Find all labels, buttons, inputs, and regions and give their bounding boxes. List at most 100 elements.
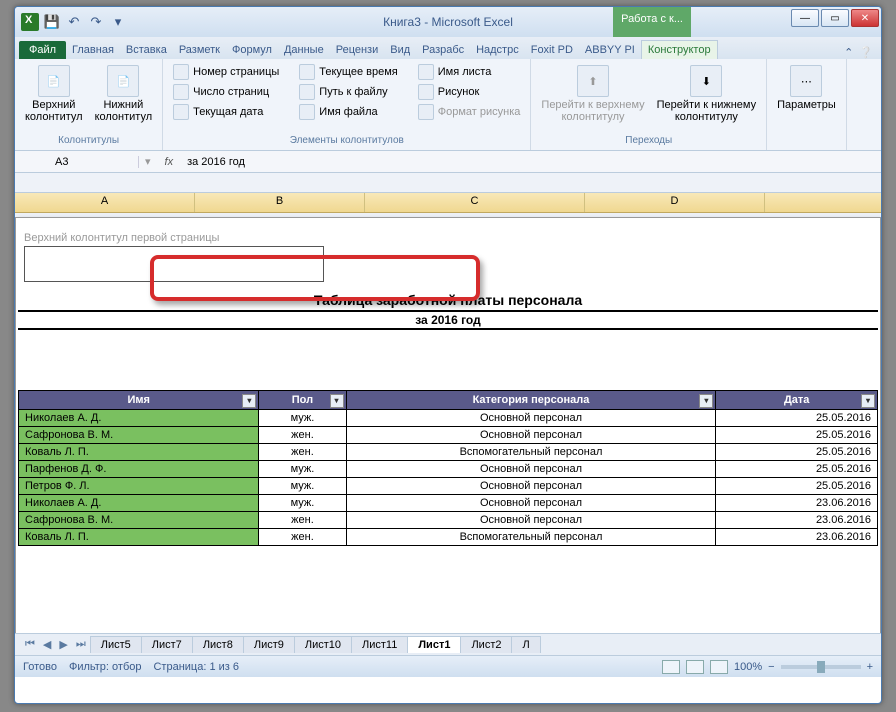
table-cell[interactable]: Сафронова В. М. bbox=[19, 512, 259, 529]
table-cell[interactable]: муж. bbox=[259, 461, 346, 478]
table-column-header[interactable]: Пол▾ bbox=[259, 391, 346, 410]
footer-button[interactable]: 📄 Нижний колонтитул bbox=[91, 63, 157, 125]
table-cell[interactable]: Основной персонал bbox=[346, 512, 716, 529]
table-cell[interactable]: Основной персонал bbox=[346, 461, 716, 478]
tab-layout[interactable]: Разметк bbox=[173, 41, 226, 59]
maximize-button[interactable]: ▭ bbox=[821, 9, 849, 27]
table-cell[interactable]: муж. bbox=[259, 478, 346, 495]
minimize-button[interactable]: — bbox=[791, 9, 819, 27]
options-button[interactable]: ⋯ Параметры bbox=[773, 63, 840, 113]
sheet-tab[interactable]: Лист2 bbox=[460, 636, 512, 653]
tab-nav-first-icon[interactable]: ⏮ bbox=[21, 638, 39, 651]
sheet-tab[interactable]: Л bbox=[511, 636, 540, 653]
table-cell[interactable]: Основной персонал bbox=[346, 427, 716, 444]
picture-button[interactable]: Рисунок bbox=[414, 83, 525, 101]
header-button[interactable]: 📄 Верхний колонтитул bbox=[21, 63, 87, 125]
view-normal-button[interactable] bbox=[662, 660, 680, 674]
tab-insert[interactable]: Вставка bbox=[120, 41, 173, 59]
tab-formulas[interactable]: Формул bbox=[226, 41, 278, 59]
filter-icon[interactable]: ▾ bbox=[242, 394, 256, 408]
table-cell[interactable]: Николаев А. Д. bbox=[19, 495, 259, 512]
table-cell[interactable]: Коваль Л. П. bbox=[19, 444, 259, 461]
tab-file[interactable]: Файл bbox=[19, 41, 66, 59]
table-cell[interactable]: жен. bbox=[259, 427, 346, 444]
formula-input[interactable]: за 2016 год bbox=[181, 156, 251, 168]
tab-view[interactable]: Вид bbox=[384, 41, 416, 59]
zoom-out-button[interactable]: − bbox=[768, 661, 774, 673]
table-cell[interactable]: Вспомогательный персонал bbox=[346, 529, 716, 546]
table-cell[interactable]: жен. bbox=[259, 512, 346, 529]
table-cell[interactable]: 25.05.2016 bbox=[716, 478, 878, 495]
close-button[interactable]: ✕ bbox=[851, 9, 879, 27]
table-cell[interactable]: 25.05.2016 bbox=[716, 410, 878, 427]
page-count-button[interactable]: Число страниц bbox=[169, 83, 283, 101]
table-column-header[interactable]: Дата▾ bbox=[716, 391, 878, 410]
tab-foxit[interactable]: Foxit PD bbox=[525, 41, 579, 59]
header-left-input[interactable] bbox=[24, 246, 324, 282]
table-cell[interactable]: 23.06.2016 bbox=[716, 512, 878, 529]
filter-icon[interactable]: ▾ bbox=[330, 394, 344, 408]
current-time-button[interactable]: Текущее время bbox=[295, 63, 401, 81]
table-cell[interactable]: Вспомогательный персонал bbox=[346, 444, 716, 461]
table-cell[interactable]: муж. bbox=[259, 410, 346, 427]
table-cell[interactable]: 25.05.2016 bbox=[716, 461, 878, 478]
filter-icon[interactable]: ▾ bbox=[861, 394, 875, 408]
tab-nav-next-icon[interactable]: ▶ bbox=[55, 638, 71, 651]
table-cell[interactable]: жен. bbox=[259, 444, 346, 461]
view-layout-button[interactable] bbox=[686, 660, 704, 674]
tab-nav-last-icon[interactable]: ⏭ bbox=[72, 638, 90, 651]
tab-home[interactable]: Главная bbox=[66, 41, 120, 59]
tab-addins[interactable]: Надстрс bbox=[470, 41, 525, 59]
qat-dropdown-icon[interactable]: ▾ bbox=[109, 13, 127, 31]
tab-nav-prev-icon[interactable]: ◀ bbox=[39, 638, 55, 651]
table-cell[interactable]: Основной персонал bbox=[346, 495, 716, 512]
tab-data[interactable]: Данные bbox=[278, 41, 330, 59]
sheet-tab[interactable]: Лист11 bbox=[351, 636, 408, 653]
table-cell[interactable]: Сафронова В. М. bbox=[19, 427, 259, 444]
name-box[interactable]: A3 bbox=[49, 156, 139, 168]
undo-icon[interactable]: ↶ bbox=[65, 13, 83, 31]
goto-footer-button[interactable]: ⬇ Перейти к нижнему колонтитулу bbox=[653, 63, 760, 125]
file-path-button[interactable]: Путь к файлу bbox=[295, 83, 401, 101]
table-column-header[interactable]: Имя▾ bbox=[19, 391, 259, 410]
fx-icon[interactable]: fx bbox=[157, 156, 182, 168]
column-header[interactable]: B bbox=[195, 193, 365, 212]
tab-developer[interactable]: Разрабс bbox=[416, 41, 470, 59]
table-cell[interactable]: 23.06.2016 bbox=[716, 529, 878, 546]
current-date-button[interactable]: Текущая дата bbox=[169, 103, 283, 121]
column-header[interactable]: C bbox=[365, 193, 585, 212]
zoom-slider[interactable] bbox=[781, 665, 861, 669]
redo-icon[interactable]: ↷ bbox=[87, 13, 105, 31]
table-cell[interactable]: муж. bbox=[259, 495, 346, 512]
sheet-tab[interactable]: Лист8 bbox=[192, 636, 244, 653]
page-number-button[interactable]: Номер страницы bbox=[169, 63, 283, 81]
filter-icon[interactable]: ▾ bbox=[699, 394, 713, 408]
table-column-header[interactable]: Категория персонала▾ bbox=[346, 391, 716, 410]
sheet-name-button[interactable]: Имя листа bbox=[414, 63, 525, 81]
table-cell[interactable]: Парфенов Д. Ф. bbox=[19, 461, 259, 478]
table-cell[interactable]: 25.05.2016 bbox=[716, 427, 878, 444]
sheet-tab[interactable]: Лист5 bbox=[90, 636, 142, 653]
sheet-tab[interactable]: Лист7 bbox=[141, 636, 193, 653]
minimize-ribbon-icon[interactable]: ⌃ bbox=[844, 46, 853, 59]
table-cell[interactable]: Коваль Л. П. bbox=[19, 529, 259, 546]
column-header[interactable]: A bbox=[15, 193, 195, 212]
sheet-tab[interactable]: Лист1 bbox=[407, 636, 461, 653]
table-cell[interactable]: жен. bbox=[259, 529, 346, 546]
table-cell[interactable]: 25.05.2016 bbox=[716, 444, 878, 461]
table-cell[interactable]: Основной персонал bbox=[346, 410, 716, 427]
view-break-button[interactable] bbox=[710, 660, 728, 674]
table-cell[interactable]: Николаев А. Д. bbox=[19, 410, 259, 427]
zoom-in-button[interactable]: + bbox=[867, 661, 873, 673]
table-cell[interactable]: Основной персонал bbox=[346, 478, 716, 495]
tab-design[interactable]: Конструктор bbox=[641, 40, 718, 59]
table-cell[interactable]: Петров Ф. Л. bbox=[19, 478, 259, 495]
sheet-tab[interactable]: Лист9 bbox=[243, 636, 295, 653]
save-icon[interactable]: 💾 bbox=[43, 13, 61, 31]
file-name-button[interactable]: Имя файла bbox=[295, 103, 401, 121]
help-icon[interactable]: ❔ bbox=[859, 46, 873, 59]
tab-review[interactable]: Рецензи bbox=[330, 41, 385, 59]
table-cell[interactable]: 23.06.2016 bbox=[716, 495, 878, 512]
sheet-tab[interactable]: Лист10 bbox=[294, 636, 352, 653]
column-header[interactable]: D bbox=[585, 193, 765, 212]
